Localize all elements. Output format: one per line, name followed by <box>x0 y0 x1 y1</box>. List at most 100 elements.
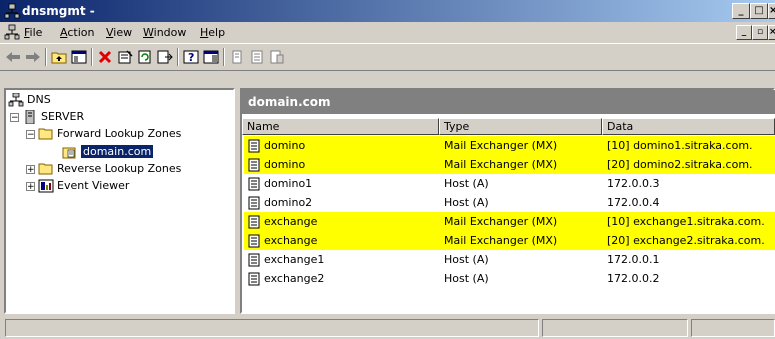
expand-toggle[interactable]: + <box>26 182 35 192</box>
cell-type: Mail Exchanger (MX) <box>444 139 558 152</box>
tree-node-dns[interactable]: DNS <box>8 92 51 108</box>
table-row[interactable]: domino Mail Exchanger (MX) [20] domino2.si… <box>244 155 775 174</box>
cell-type: Mail Exchanger (MX) <box>444 234 558 247</box>
record-name: domino <box>264 158 306 171</box>
column-header-data[interactable]: Data <box>602 118 775 135</box>
cell-name: exchange <box>248 212 317 231</box>
record-name: exchange <box>264 215 318 228</box>
refresh-icon[interactable] <box>136 48 154 66</box>
tree-node-reverse-lookup-zones[interactable]: Reverse Lookup Zones <box>38 161 181 177</box>
mdi-minimize-button[interactable]: _ <box>736 25 752 40</box>
dns-icon <box>8 93 24 107</box>
cell-type: Mail Exchanger (MX) <box>444 158 558 171</box>
record-name: exchange2 <box>264 272 325 285</box>
folder-icon <box>38 163 53 175</box>
new-host-icon[interactable] <box>228 48 246 66</box>
cell-data: [20] domino2.sitraka.com. <box>607 158 753 171</box>
cell-type: Host (A) <box>444 196 489 209</box>
cell-data: [10] exchange1.sitraka.com. <box>607 215 765 228</box>
minimize-button[interactable]: _ <box>732 3 750 19</box>
record-icon <box>248 158 260 172</box>
column-header-type[interactable]: Type <box>439 118 602 135</box>
document-system-icon[interactable] <box>4 24 20 40</box>
cell-data: 172.0.0.3 <box>607 177 660 190</box>
cell-name: domino <box>248 155 305 174</box>
forward-icon[interactable] <box>24 48 42 66</box>
menu-help[interactable]: Help <box>200 26 225 39</box>
table-row[interactable]: domino2 Host (A) 172.0.0.4 <box>244 193 775 212</box>
result-pane[interactable]: domain.com Name Type Data domino Mail Exc… <box>240 88 775 314</box>
show-tree-icon[interactable] <box>70 48 88 66</box>
expand-toggle[interactable]: + <box>26 165 35 175</box>
record-icon <box>248 272 260 286</box>
record-icon <box>248 139 260 153</box>
toolbar-separator <box>177 48 179 66</box>
new-domain-icon[interactable] <box>268 48 286 66</box>
title-bar[interactable]: dnsmgmt - _ □ × <box>0 0 775 22</box>
cell-data: [20] exchange2.sitraka.com. <box>607 234 765 247</box>
collapse-toggle[interactable]: − <box>10 113 19 123</box>
zone-icon <box>62 147 76 159</box>
tree-node-domain-com[interactable]: domain.com <box>62 144 154 160</box>
status-panel <box>542 319 688 337</box>
cell-name: domino2 <box>248 193 312 212</box>
cell-name: domino1 <box>248 174 312 193</box>
toolbar-separator <box>223 48 225 66</box>
tree-node-label: Event Viewer <box>57 179 130 192</box>
table-row[interactable]: domino Mail Exchanger (MX) [10] domino1.si… <box>244 136 775 155</box>
tree-node-label: DNS <box>27 93 51 106</box>
record-icon <box>248 253 260 267</box>
tree-node-label: Reverse Lookup Zones <box>57 162 182 175</box>
up-folder-icon[interactable] <box>50 48 68 66</box>
delete-icon[interactable] <box>96 48 114 66</box>
table-row[interactable]: exchange2 Host (A) 172.0.0.2 <box>244 269 775 288</box>
help-icon[interactable]: ? <box>182 48 200 66</box>
mdi-close-button[interactable]: × <box>768 25 775 40</box>
collapse-toggle[interactable]: − <box>26 130 35 140</box>
window-title: dnsmgmt - <box>22 4 95 18</box>
tree-node-event-viewer[interactable]: Event Viewer <box>38 178 129 194</box>
tree-node-forward-lookup-zones[interactable]: Forward Lookup Zones <box>38 126 181 142</box>
toolbar: ? <box>0 43 775 71</box>
cell-type: Host (A) <box>444 253 489 266</box>
properties-icon[interactable] <box>116 48 134 66</box>
menu-action[interactable]: Action <box>60 26 94 39</box>
dns-app-icon[interactable] <box>4 3 20 19</box>
record-icon <box>248 215 260 229</box>
back-icon[interactable] <box>4 48 22 66</box>
cell-name: exchange <box>248 231 317 250</box>
menu-file[interactable]: File <box>24 26 42 39</box>
table-row[interactable]: exchange Mail Exchanger (MX) [20] exchange… <box>244 231 775 250</box>
status-panel <box>691 319 775 337</box>
mdi-restore-button[interactable]: ▫ <box>752 25 768 40</box>
cell-name: exchange1 <box>248 250 324 269</box>
tree-node-label: Forward Lookup Zones <box>57 127 182 140</box>
record-name: domino <box>264 139 306 152</box>
column-header-name[interactable]: Name <box>242 118 439 135</box>
table-row[interactable]: exchange Mail Exchanger (MX) [10] exchange… <box>244 212 775 231</box>
record-icon <box>248 196 260 210</box>
table-row[interactable]: domino1 Host (A) 172.0.0.3 <box>244 174 775 193</box>
record-name: domino1 <box>264 177 313 190</box>
tree-pane[interactable]: DNS − SERVER − Forward Lookup Zones doma… <box>4 88 235 314</box>
menu-window[interactable]: Window <box>143 26 186 39</box>
new-record-icon[interactable] <box>248 48 266 66</box>
menu-view[interactable]: View <box>106 26 132 39</box>
toolbar-separator <box>45 48 47 66</box>
svg-text:?: ? <box>188 51 194 64</box>
close-button[interactable]: × <box>768 3 775 19</box>
toolbar-separator <box>91 48 93 66</box>
status-panel-main <box>5 319 539 337</box>
cell-name: domino <box>248 136 305 155</box>
tree-node-server[interactable]: SERVER <box>22 109 84 125</box>
console-icon[interactable] <box>202 48 220 66</box>
pane-title: domain.com <box>242 90 775 114</box>
table-row[interactable]: exchange1 Host (A) 172.0.0.1 <box>244 250 775 269</box>
cell-type: Host (A) <box>444 272 489 285</box>
tree-node-label: domain.com <box>81 145 154 158</box>
record-icon <box>248 234 260 248</box>
folder-open-icon <box>38 128 53 140</box>
cell-name: exchange2 <box>248 269 324 288</box>
maximize-button[interactable]: □ <box>750 3 768 19</box>
export-icon[interactable] <box>156 48 174 66</box>
